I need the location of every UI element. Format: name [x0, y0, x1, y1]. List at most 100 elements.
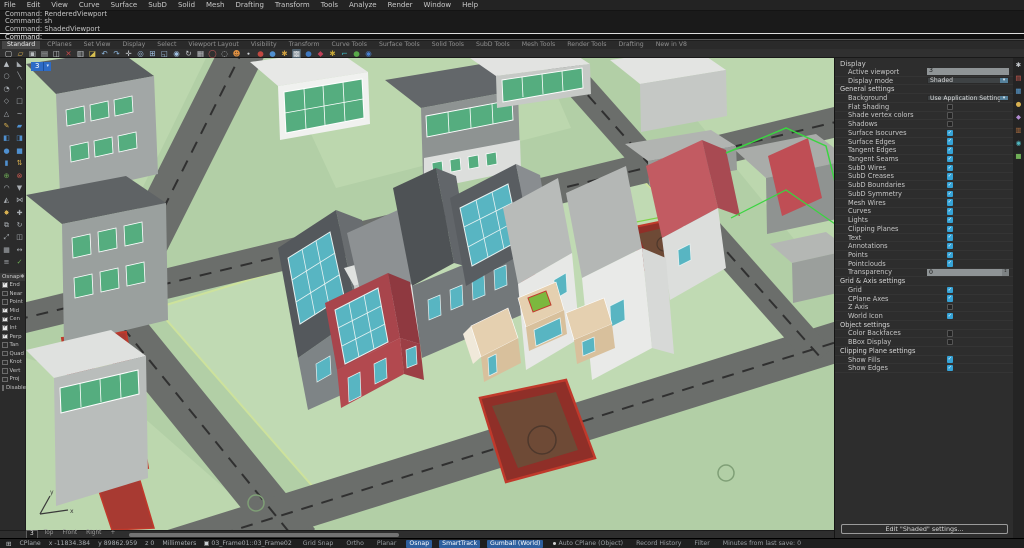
osnap-item-quad[interactable]: Quad — [0, 349, 25, 358]
sun-panel-icon[interactable]: ● — [1016, 100, 1022, 108]
help-sphere-icon[interactable]: ◉ — [364, 49, 373, 58]
explode-icon[interactable]: ✸ — [0, 207, 13, 219]
checkbox-subd-boundaries[interactable]: ✓ — [947, 182, 953, 188]
checkbox-points[interactable]: ✓ — [947, 252, 953, 258]
display-panel-icon[interactable]: ▦ — [1015, 87, 1021, 95]
zoom-extents-icon[interactable]: ◱ — [160, 49, 169, 58]
materials-panel-icon[interactable]: ◆ — [1016, 113, 1021, 121]
ellipse-tool-icon[interactable]: ◇ — [0, 95, 13, 107]
status-toggle-grid-snap[interactable]: Grid Snap — [300, 540, 337, 548]
options-gear-icon[interactable]: ✱ — [328, 49, 337, 58]
checkbox-shade-vertex-colors[interactable] — [947, 112, 953, 118]
menu-edit[interactable]: Edit — [27, 1, 41, 9]
osnap-item-perp[interactable]: ✓Perp — [0, 332, 25, 341]
current-layer-chip[interactable]: 03_Frame01::03_Frame02 — [204, 540, 291, 547]
split-icon[interactable]: ◭ — [0, 194, 13, 206]
paste-icon[interactable]: ▥ — [76, 49, 85, 58]
rectangle-tool-icon[interactable]: □ — [13, 95, 26, 107]
toolbar-tab-display[interactable]: Display — [117, 41, 150, 49]
checkbox-color-backfaces[interactable] — [947, 330, 953, 336]
rotate-object-icon[interactable]: ↻ — [13, 219, 26, 231]
checkbox-world-icon[interactable]: ✓ — [947, 313, 953, 319]
help-panel-icon[interactable]: ■ — [1015, 152, 1021, 160]
open-file-icon[interactable]: ▱ — [16, 49, 25, 58]
redo-icon[interactable]: ↷ — [112, 49, 121, 58]
surface-plane-icon[interactable]: ▰ — [13, 120, 26, 132]
osnap-checkbox-cen[interactable]: ✓ — [2, 317, 8, 323]
boolean-union-icon[interactable]: ⊕ — [0, 170, 13, 182]
osnap-item-near[interactable]: Near — [0, 289, 25, 298]
status-toggle-planar[interactable]: Planar — [374, 540, 400, 548]
toolbar-tab-solid-tools[interactable]: Solid Tools — [427, 41, 469, 49]
eraser-icon[interactable]: ◪ — [88, 49, 97, 58]
status-toggle-minutes-from-last-save-0[interactable]: Minutes from last save: 0 — [720, 540, 804, 548]
osnap-checkbox-proj[interactable] — [2, 377, 8, 383]
osnap-item-knot[interactable]: Knot — [0, 358, 25, 367]
toolbar-tab-drafting[interactable]: Drafting — [614, 41, 649, 49]
select-brush-icon[interactable]: ☻ — [232, 49, 241, 58]
osnap-item-vert[interactable]: Vert — [0, 367, 25, 376]
zoom-window-icon[interactable]: ⊞ — [148, 49, 157, 58]
menu-transform[interactable]: Transform — [275, 1, 310, 9]
gear-icon[interactable]: ✱ — [280, 49, 289, 58]
join-icon[interactable]: ⋈ — [13, 194, 26, 206]
status-toggle-gumball-world[interactable]: Gumball (World) — [487, 540, 543, 548]
cylinder-tool-icon[interactable]: ▮ — [0, 157, 13, 169]
checkbox-surface-edges[interactable]: ✓ — [947, 138, 953, 144]
dropdown-arrow-icon[interactable]: ▾ — [1000, 78, 1008, 83]
status-toggle-filter[interactable]: Filter — [691, 540, 712, 548]
viewport-layout-icon[interactable]: ▦ — [196, 49, 205, 58]
checkbox-grid[interactable]: ✓ — [947, 287, 953, 293]
menu-tools[interactable]: Tools — [321, 1, 338, 9]
dimension-icon[interactable]: ↔ — [13, 244, 26, 256]
osnap-checkbox-mid[interactable]: ✓ — [2, 308, 8, 314]
menu-solid[interactable]: Solid — [178, 1, 195, 9]
layers-panel-icon[interactable]: ▤ — [1015, 74, 1021, 82]
viewport-tab-scrollbar[interactable] — [129, 533, 399, 537]
cplane-selector[interactable]: CPlane — [19, 540, 40, 547]
checkbox-subd-wires[interactable]: ✓ — [947, 165, 953, 171]
osnap-checkbox-perp[interactable]: ✓ — [2, 334, 8, 340]
menu-file[interactable]: File — [4, 1, 16, 9]
undo-icon[interactable]: ↶ — [100, 49, 109, 58]
menu-mesh[interactable]: Mesh — [206, 1, 224, 9]
units-label[interactable]: Millimeters — [162, 540, 196, 547]
dropdown-display-mode[interactable]: Shaded▾ — [927, 77, 1009, 84]
checkbox-subd-symmetry[interactable]: ✓ — [947, 191, 953, 197]
status-toggle-osnap[interactable]: Osnap — [406, 540, 432, 548]
status-toggle-auto-cplane-object[interactable]: Auto CPlane (Object) — [550, 540, 626, 548]
spinner-arrows-icon[interactable]: ↕ — [1002, 269, 1009, 276]
line-tool-icon[interactable]: ╲ — [13, 70, 26, 82]
save-icon[interactable]: ▣ — [28, 49, 37, 58]
analyze-icon[interactable]: ✓ — [13, 256, 26, 268]
trim-icon[interactable]: ▼ — [13, 182, 26, 194]
osnap-item-proj[interactable]: Proj — [0, 375, 25, 384]
menu-window[interactable]: Window — [424, 1, 452, 9]
osnap-checkbox-end[interactable]: ✓ — [2, 282, 8, 288]
checkbox-flat-shading[interactable] — [947, 104, 953, 110]
copy-icon[interactable]: ◫ — [52, 49, 61, 58]
curve-tools-icon[interactable]: ✎ — [0, 120, 13, 132]
cut-icon[interactable]: ✕ — [64, 49, 73, 58]
checkbox-show-fills[interactable]: ✓ — [947, 356, 953, 362]
toolbar-tab-subd-tools[interactable]: SubD Tools — [471, 41, 515, 49]
toolbar-tab-mesh-tools[interactable]: Mesh Tools — [517, 41, 561, 49]
toolbar-tab-surface-tools[interactable]: Surface Tools — [374, 41, 425, 49]
checkbox-text[interactable]: ✓ — [947, 234, 953, 240]
viewport-3d-scene[interactable]: x y — [26, 58, 834, 530]
menu-surface[interactable]: Surface — [111, 1, 138, 9]
earth-sphere-icon[interactable]: ● — [304, 49, 313, 58]
checkbox-show-edges[interactable]: ✓ — [947, 365, 953, 371]
menu-curve[interactable]: Curve — [79, 1, 100, 9]
boolean-difference-icon[interactable]: ⊗ — [13, 170, 26, 182]
field-active-viewport[interactable]: 3 — [927, 68, 1009, 75]
polyline-tool-icon[interactable]: △ — [0, 108, 13, 120]
ruby-icon[interactable]: ◆ — [316, 49, 325, 58]
osnap-item-tan[interactable]: Tan — [0, 341, 25, 350]
select-circles-icon[interactable]: ◌ — [220, 49, 229, 58]
select-filter-icon[interactable]: ◣ — [13, 58, 26, 70]
array-icon[interactable]: ▦ — [0, 244, 13, 256]
osnap-checkbox-disable[interactable] — [2, 385, 4, 391]
scale-icon[interactable]: ⤢ — [0, 231, 13, 243]
move-icon[interactable]: ✚ — [13, 207, 26, 219]
